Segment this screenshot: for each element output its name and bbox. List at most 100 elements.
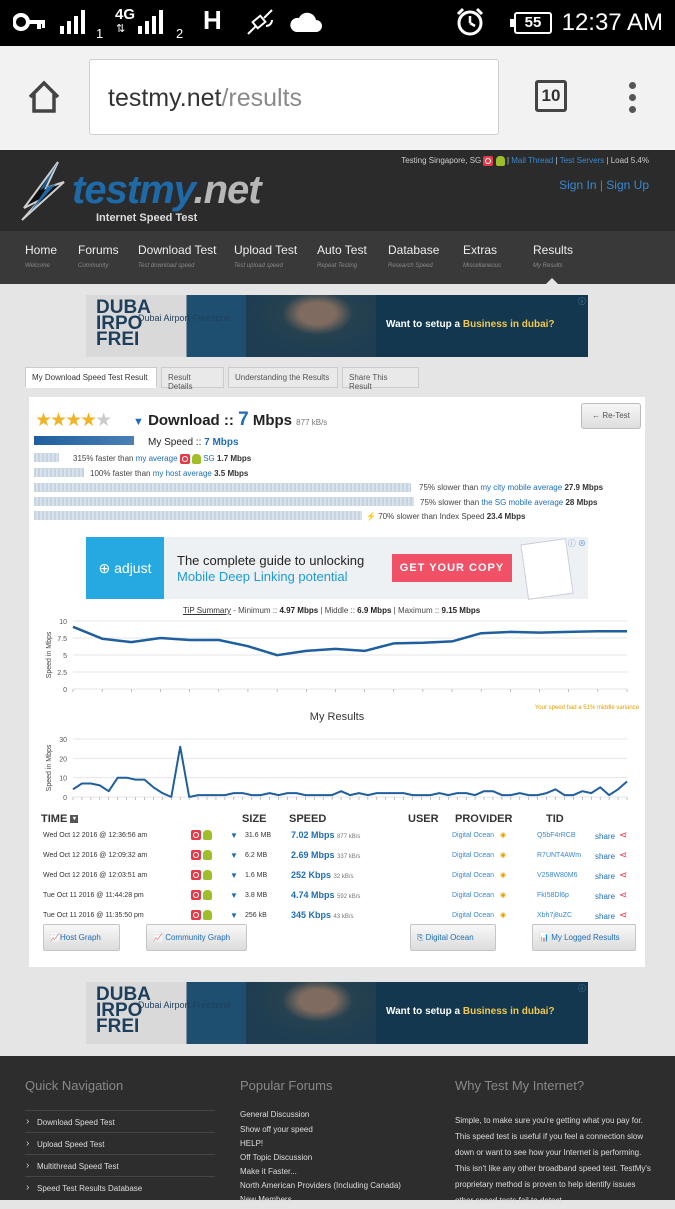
android-icon (202, 830, 212, 840)
row-time: Wed Oct 12 2016 @ 12:36:56 am (43, 832, 148, 839)
share-icon[interactable]: ⋖ (619, 830, 627, 841)
y-tick-label: 7.5 (57, 636, 67, 643)
row-speed: 345 Kbps 43 kB/s (291, 910, 354, 920)
download-kb: 877 kB/s (296, 418, 328, 427)
provider-globe-icon: ◉ (500, 912, 507, 919)
tip-summary-link[interactable]: TiP Summary (183, 606, 231, 615)
my-logged-label: My Logged Results (551, 933, 620, 942)
nav-item-extras[interactable]: Extras Miscellaneous (463, 243, 501, 269)
address-bar[interactable]: testmy.net/results (89, 59, 499, 135)
row-speed-value: 252 Kbps (291, 870, 332, 880)
footer-link-download[interactable]: Download Speed Test (25, 1110, 215, 1132)
ad-message: Want to setup a Business in dubai? (386, 319, 555, 330)
row-tid[interactable]: V258W80M6 (537, 872, 577, 879)
site-logo[interactable]: testmy.net (72, 168, 262, 213)
row-share[interactable]: share (595, 852, 615, 861)
url-host: testmy.net (108, 84, 222, 112)
share-icon[interactable]: ⋖ (619, 870, 627, 881)
sign-up-link[interactable]: Sign Up (606, 178, 649, 192)
share-icon[interactable]: ⋖ (619, 910, 627, 921)
share-icon[interactable]: ⋖ (619, 850, 627, 861)
row-provider[interactable]: Digital Ocean (452, 852, 494, 859)
forum-link[interactable]: Show off your speed (240, 1125, 313, 1134)
active-nav-caret (546, 278, 558, 284)
tab-result-details[interactable]: Result Details (161, 367, 224, 391)
adjust-ad-banner[interactable]: ⊕ adjust The complete guide to unlocking… (86, 537, 588, 600)
nav-item-auto-test[interactable]: Auto Test Repeat Testing (317, 243, 367, 269)
nav-item-database[interactable]: Database Research Speed (388, 243, 439, 269)
my-average-link[interactable]: my average (136, 454, 178, 463)
compare-bar-sg-mobile (34, 497, 414, 506)
forum-link[interactable]: Make it Faster... (240, 1167, 297, 1176)
dubai-ad-banner-bottom[interactable]: DUBA IRPO FREI Dubai Airport Freezone Wa… (86, 982, 588, 1044)
row-speed-value: 7.02 Mbps (291, 830, 335, 840)
row-download-icon: ▼ (230, 871, 238, 880)
ad-info-icon[interactable]: ⓘ ⊗ (568, 538, 586, 549)
compare-label-index: ⚡ 70% slower than Index Speed 23.4 Mbps (366, 512, 525, 521)
footer-link-multithread[interactable]: Multithread Speed Test (25, 1154, 215, 1176)
forum-link[interactable]: General Discussion (240, 1110, 309, 1119)
tab-share-result[interactable]: Share This Result (342, 367, 419, 391)
community-graph-button[interactable]: 📈 Community Graph (146, 924, 247, 951)
android-icon (202, 890, 212, 900)
test-servers-link[interactable]: Test Servers (560, 156, 604, 165)
host-average-link[interactable]: my host average (153, 469, 212, 478)
row-provider[interactable]: Digital Ocean (452, 832, 494, 839)
forum-link[interactable]: Off Topic Discussion (240, 1153, 312, 1162)
row-tid[interactable]: FkI58Dl6p (537, 892, 569, 899)
ad-info-icon[interactable]: ⓘ (578, 983, 586, 994)
row-share[interactable]: share (595, 872, 615, 881)
nav-item-upload-test[interactable]: Upload Test Test upload speed (234, 243, 297, 269)
ad-msg-pre: Want to setup a (386, 1006, 461, 1017)
h-plus-data-icon: H (203, 5, 222, 35)
retest-button[interactable]: ← Re-Test (581, 403, 641, 429)
tab-switcher-button[interactable]: 10 (535, 80, 567, 112)
logo-tagline: Internet Speed Test (96, 212, 198, 224)
row-tid[interactable]: Q5bF4rRCB (537, 832, 576, 839)
tab-my-download-result[interactable]: My Download Speed Test Result (25, 367, 157, 388)
nav-item-home[interactable]: Home Welcome (25, 243, 57, 269)
host-graph-button[interactable]: 📈Host Graph (43, 924, 120, 951)
home-icon[interactable] (26, 79, 62, 115)
y-tick-label: 0 (63, 687, 67, 694)
dubai-ad-banner[interactable]: DUBA IRPO FREI Dubai Airport Freezone Wa… (86, 295, 588, 357)
row-flag-icons (191, 910, 212, 920)
overflow-menu-icon[interactable] (626, 82, 638, 116)
forum-link[interactable]: HELP! (240, 1139, 263, 1148)
get-your-copy-button[interactable]: GET YOUR COPY (392, 554, 512, 582)
download-arrow-icon: ▼ (133, 416, 144, 428)
star-icon: ★★★★ (35, 410, 97, 431)
tab-understanding-results[interactable]: Understanding the Results (228, 367, 338, 388)
row-share[interactable]: share (595, 912, 615, 921)
row-tid[interactable]: Xbh7j8uZC (537, 912, 572, 919)
mail-thread-link[interactable]: Mail Thread (511, 156, 553, 165)
row-provider[interactable]: Digital Ocean (452, 872, 494, 879)
compare-label-city-mobile: 75% slower than my city mobile average 2… (419, 483, 603, 492)
adjust-line1: The complete guide to unlocking (177, 553, 365, 568)
forum-link[interactable]: North American Providers (Including Cana… (240, 1181, 401, 1190)
row-provider[interactable]: Digital Ocean (452, 892, 494, 899)
sign-in-link[interactable]: Sign In (559, 178, 596, 192)
row-share[interactable]: share (595, 832, 615, 841)
row-speed-kb: 43 kB/s (333, 914, 354, 920)
row-provider[interactable]: Digital Ocean (452, 912, 494, 919)
nav-item-forums[interactable]: Forums Community (78, 243, 119, 269)
row-share[interactable]: share (595, 892, 615, 901)
col-time[interactable]: TIME ▾ (41, 813, 79, 825)
digital-ocean-button[interactable]: ⎘ Digital Ocean (410, 924, 496, 951)
row-tid[interactable]: R7UNT4AWm (537, 852, 581, 859)
footer-link-upload[interactable]: Upload Speed Test (25, 1132, 215, 1154)
row-time: Tue Oct 11 2016 @ 11:44:28 pm (43, 892, 144, 899)
download-value: 7 (238, 409, 249, 430)
ad-photo (246, 982, 376, 1044)
sg-mobile-average-link[interactable]: the SG mobile average (481, 498, 563, 507)
share-icon[interactable]: ⋖ (619, 890, 627, 901)
footer-link-database[interactable]: Speed Test Results Database (25, 1176, 215, 1198)
city-mobile-average-link[interactable]: my city mobile average (480, 483, 562, 492)
lightning-logo-icon[interactable] (14, 160, 70, 222)
nav-item-results[interactable]: Results My Results (533, 243, 573, 269)
ad-info-icon[interactable]: ⓘ (578, 296, 586, 307)
my-logged-results-button[interactable]: 📊 My Logged Results (532, 924, 636, 951)
nav-item-download-test[interactable]: Download Test Test download speed (138, 243, 217, 269)
ad-brand-name: Dubai Airport Freezone (138, 313, 231, 323)
